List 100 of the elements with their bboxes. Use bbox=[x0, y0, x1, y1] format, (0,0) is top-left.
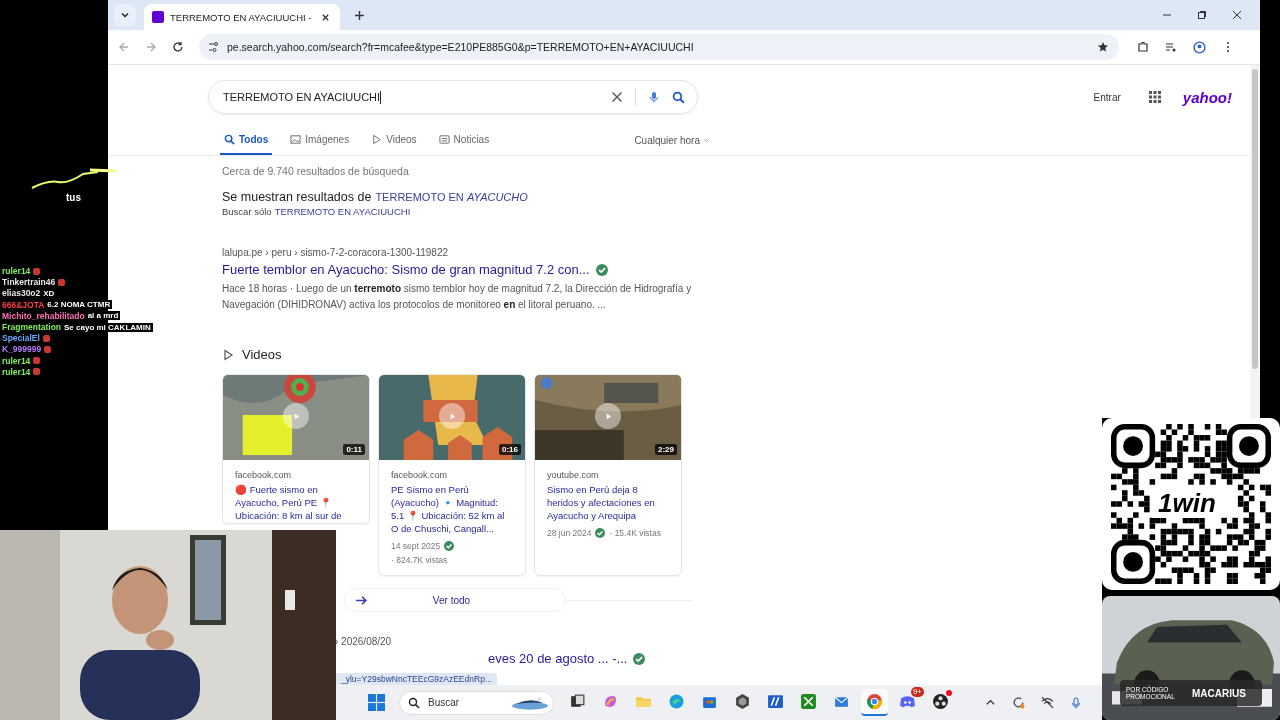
copilot-app-icon bbox=[602, 693, 619, 710]
new-tab-icon[interactable] bbox=[354, 9, 365, 21]
video-title-link[interactable]: PE Sismo en Perú (Ayacucho) 🔹 Magnitud: 5.1 📍 Ubicación: 52 km al O de Chuschi, Cangall... bbox=[391, 483, 513, 535]
chat-username: SpecialEl bbox=[2, 333, 40, 344]
taskbar-search-field[interactable]: Buscar bbox=[399, 690, 554, 715]
tab-list-button[interactable] bbox=[114, 4, 136, 26]
chat-message: 6.2 NOMA CTMR bbox=[47, 300, 113, 310]
yahoo-favicon-icon bbox=[152, 11, 164, 23]
reload-icon[interactable] bbox=[172, 41, 184, 53]
restore-icon[interactable] bbox=[1197, 10, 1207, 20]
chevron-up-icon[interactable] bbox=[985, 697, 996, 708]
play-icon bbox=[222, 348, 234, 361]
yahoo-logo[interactable]: yahoo! bbox=[1182, 88, 1232, 106]
search-icon bbox=[408, 696, 420, 709]
play-icon bbox=[371, 134, 383, 145]
see-all-button[interactable]: Ver todo bbox=[344, 588, 566, 612]
result-url: › 2026/08/20 bbox=[335, 636, 393, 647]
edge-app-icon bbox=[668, 693, 685, 710]
status-link-tooltip: _ylu=Y29sbwNncTEEcG9zAzEEdnRp... bbox=[336, 673, 497, 685]
chat-message: XD bbox=[43, 288, 57, 298]
chat-username: 666&JOTA bbox=[2, 299, 45, 310]
sync-icon[interactable] bbox=[1012, 696, 1025, 709]
chat-message: al a mrd bbox=[87, 311, 121, 321]
chevron-down-icon bbox=[703, 137, 710, 144]
chat-username: elias30o2 bbox=[2, 288, 41, 299]
video-source: facebook.com bbox=[235, 470, 293, 480]
emote-icon bbox=[58, 278, 66, 286]
chat-username: ruler14 bbox=[2, 355, 31, 366]
chat-username: K_999999 bbox=[2, 344, 42, 355]
neon-scribble-icon bbox=[30, 168, 118, 190]
clear-icon[interactable] bbox=[611, 91, 623, 103]
network-off-icon[interactable] bbox=[1041, 696, 1054, 709]
section-heading: Videos bbox=[242, 347, 282, 362]
task-view-app-icon bbox=[569, 693, 586, 710]
chat-username: Fragmentation bbox=[2, 322, 62, 333]
search-icon[interactable] bbox=[672, 90, 685, 104]
result-title-link[interactable]: eves 20 de agosto ... -... bbox=[488, 651, 628, 666]
chevron-down-icon bbox=[120, 10, 130, 20]
video-date: 28 jun 2024 bbox=[547, 528, 592, 538]
cube-app-icon bbox=[734, 693, 751, 710]
result-title-link[interactable]: Fuerte temblor en Ayacucho: Sismo de gran magnitud 7.2 con... bbox=[222, 262, 590, 277]
close-icon[interactable] bbox=[1232, 10, 1242, 20]
address-bar[interactable]: pe.search.yahoo.com/search?fr=mcafee&type=E210PE885G0&p=TERREMOTO+EN+AYACIUUCHI bbox=[199, 34, 1119, 60]
video-source: facebook.com bbox=[391, 470, 449, 480]
obs-app-icon bbox=[932, 693, 949, 710]
video-card[interactable]: 0:11 facebook.com 🔴 Fuerte sismo en Ayacucho, Perú PE 📍 Ubicación: 8 km al sur de bbox=[222, 374, 370, 524]
windows-start-icon[interactable] bbox=[368, 694, 385, 711]
result-url: lalupa.pe › peru › sismo-7-2-coracora-1300-119822 bbox=[222, 247, 450, 258]
play-icon[interactable] bbox=[283, 403, 309, 429]
video-duration: 0:11 bbox=[343, 444, 365, 455]
video-date: 14 sept 2025 bbox=[391, 541, 441, 551]
video-title-link[interactable]: 🔴 Fuerte sismo en Ayacucho, Perú PE 📍 Ubicación: 8 km al sur de bbox=[235, 483, 357, 522]
search-tab[interactable]: Imágenes bbox=[286, 134, 354, 155]
result-snippet: Hace 18 horas · Luego de un terremoto sismo temblor hoy de magnitud 7.2, la Dirección de Hidrografía y Navegación (DIHIDRONAV) activa los protocolos de monitoreo en el litoral peruano. ... bbox=[222, 282, 692, 312]
result-count: Cerca de 9.740 resultados de búsqueda bbox=[222, 165, 410, 177]
sign-in-link[interactable]: Entrar bbox=[1093, 91, 1121, 103]
taskbar-app-button[interactable]: 9+ bbox=[894, 689, 921, 716]
corrected-query-link[interactable]: TERREMOTO EN AYACUCHO bbox=[375, 191, 528, 203]
video-card[interactable]: 2:29 youtube.com Sismo en Perú deja 8 heridos y afectaciones en Ayacucho y Arequipa 28 jun 2024 · 15.4K vistas bbox=[534, 374, 682, 576]
close-icon[interactable] bbox=[321, 12, 330, 22]
correction-text: Se muestran resultados de bbox=[222, 190, 372, 204]
chat-username: ruler14 bbox=[2, 366, 31, 377]
search-icon bbox=[224, 134, 235, 145]
browser-tab[interactable]: TERREMOTO EN AYACIUUCHI - bbox=[144, 4, 340, 30]
chat-message: Se cayo mi CAKLAMIN bbox=[64, 322, 153, 332]
promo-code: MACARIUS bbox=[1192, 687, 1246, 699]
logo-text: tus bbox=[66, 192, 81, 203]
search-only-text: Buscar sólo bbox=[222, 206, 272, 217]
time-filter-dropdown[interactable]: Cualquier hora bbox=[634, 135, 710, 155]
media-controls-icon[interactable] bbox=[1165, 41, 1177, 53]
play-icon[interactable] bbox=[439, 403, 465, 429]
video-views: · 15.4K vistas bbox=[609, 528, 661, 538]
search-tab[interactable]: Noticias bbox=[434, 134, 494, 155]
discord-app-icon bbox=[899, 693, 916, 710]
notification-badge: 9+ bbox=[910, 687, 924, 697]
search-tab[interactable]: Videos bbox=[367, 134, 421, 155]
video-duration: 2:29 bbox=[655, 444, 677, 455]
site-settings-icon[interactable] bbox=[207, 41, 219, 53]
xbox-app-icon bbox=[800, 693, 817, 710]
chat-username: ruler14 bbox=[2, 266, 31, 277]
play-icon[interactable] bbox=[595, 403, 621, 429]
chat-username: Michito_rehabilitado bbox=[2, 310, 85, 321]
video-duration: 0:16 bbox=[499, 444, 521, 455]
original-query-link[interactable]: TERREMOTO EN AYACIUUCHI bbox=[274, 206, 411, 217]
chat-username: Tinkertrain46 bbox=[2, 277, 56, 288]
chrome-app-icon bbox=[866, 693, 883, 710]
microphone-icon[interactable] bbox=[648, 91, 660, 103]
search-tab[interactable]: Todos bbox=[220, 134, 273, 155]
editor-app-icon bbox=[767, 693, 784, 710]
bookmark-star-icon[interactable] bbox=[1097, 41, 1109, 53]
video-title-link[interactable]: Sismo en Perú deja 8 heridos y afectaciones en Ayacucho y Arequipa bbox=[547, 483, 669, 522]
emote-icon bbox=[33, 267, 41, 275]
newspaper-icon bbox=[438, 134, 450, 145]
video-card[interactable]: 0:16 facebook.com PE Sismo en Perú (Ayacucho) 🔹 Magnitud: 5.1 📍 Ubicación: 52 km al O de Chuschi, Cangall... 14 sept 2025 · 824.7K vistas bbox=[378, 374, 526, 576]
video-views: · 824.7K vistas bbox=[391, 555, 448, 565]
microphone-icon[interactable] bbox=[1070, 696, 1082, 709]
apps-grid-icon[interactable] bbox=[1148, 91, 1161, 103]
image-icon bbox=[290, 134, 302, 145]
arrow-right-icon bbox=[355, 593, 368, 607]
video-source: youtube.com bbox=[547, 470, 600, 480]
